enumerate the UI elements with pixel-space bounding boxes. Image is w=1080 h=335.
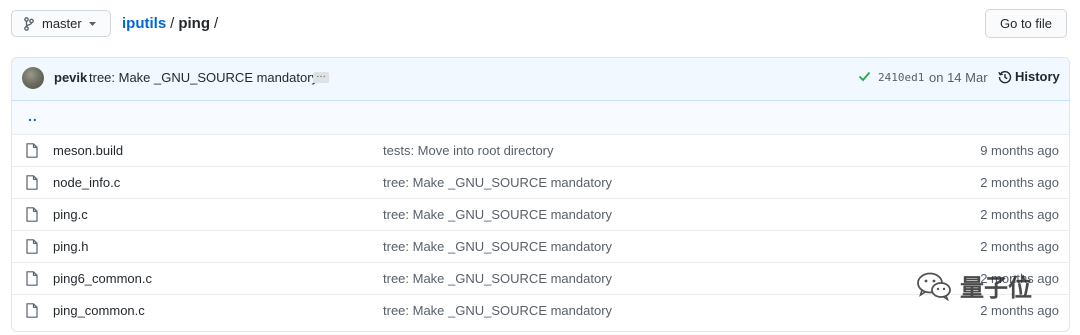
file-row[interactable]: ping.c tree: Make _GNU_SOURCE mandatory … (12, 198, 1069, 230)
file-icon (26, 239, 38, 254)
latest-commit-bar: pevik tree: Make _GNU_SOURCE mandatory …… (12, 58, 1069, 101)
breadcrumb-current-directory: ping (178, 15, 210, 32)
history-clock-icon (998, 70, 1012, 83)
file-name-link[interactable]: meson.build (53, 143, 123, 158)
expand-commit-button[interactable]: … (313, 70, 329, 83)
file-age: 2 months ago (980, 303, 1059, 318)
branch-selector-button[interactable]: master (11, 10, 111, 37)
file-browser: pevik tree: Make _GNU_SOURCE mandatory …… (11, 57, 1070, 332)
git-branch-icon (24, 16, 34, 31)
file-name-link[interactable]: ping.h (53, 239, 88, 254)
check-icon[interactable] (858, 69, 871, 83)
watermark-text: 量子位 (960, 274, 1032, 302)
file-name-link[interactable]: ping.c (53, 207, 88, 222)
file-icon (26, 207, 38, 222)
file-commit-message-link[interactable]: tree: Make _GNU_SOURCE mandatory (383, 207, 612, 222)
breadcrumb-repo-link[interactable]: iputils (122, 15, 166, 32)
history-label: History (1015, 69, 1060, 84)
file-row[interactable]: ping.h tree: Make _GNU_SOURCE mandatory … (12, 230, 1069, 262)
file-name-link[interactable]: ping6_common.c (53, 271, 152, 286)
breadcrumb: iputils / ping / (122, 15, 222, 32)
file-icon (26, 143, 38, 158)
file-icon (26, 303, 38, 318)
file-age: 2 months ago (980, 175, 1059, 190)
file-icon (26, 271, 38, 286)
file-age: 2 months ago (980, 239, 1059, 254)
commit-sha-link[interactable]: 2410ed1 (878, 71, 924, 84)
file-row[interactable]: ping6_common.c tree: Make _GNU_SOURCE ma… (12, 262, 1069, 294)
file-age: 9 months ago (980, 143, 1059, 158)
watermark: 量子位 (916, 268, 1032, 303)
file-name-link[interactable]: ping_common.c (53, 303, 145, 318)
breadcrumb-trailing-separator: / (214, 15, 219, 32)
file-row[interactable]: node_info.c tree: Make _GNU_SOURCE manda… (12, 166, 1069, 198)
breadcrumb-separator: / (170, 15, 175, 32)
parent-directory-row[interactable]: .. (12, 101, 1069, 134)
parent-directory-link[interactable]: .. (28, 108, 38, 124)
file-commit-message-link[interactable]: tree: Make _GNU_SOURCE mandatory (383, 271, 612, 286)
go-to-file-button[interactable]: Go to file (985, 9, 1067, 38)
commit-date: on 14 Mar (929, 70, 988, 85)
file-name-link[interactable]: node_info.c (53, 175, 120, 190)
file-commit-message-link[interactable]: tree: Make _GNU_SOURCE mandatory (383, 175, 612, 190)
file-row[interactable]: ping_common.c tree: Make _GNU_SOURCE man… (12, 294, 1069, 326)
wechat-icon (917, 272, 951, 301)
chevron-down-icon (88, 21, 96, 26)
branch-label: master (42, 16, 82, 31)
avatar[interactable] (22, 67, 44, 89)
commit-message-link[interactable]: tree: Make _GNU_SOURCE mandatory (89, 70, 318, 85)
repo-header: master iputils / ping / Go to file (0, 0, 1080, 50)
file-row[interactable]: meson.build tests: Move into root direct… (12, 134, 1069, 166)
file-age: 2 months ago (980, 207, 1059, 222)
file-commit-message-link[interactable]: tree: Make _GNU_SOURCE mandatory (383, 303, 612, 318)
file-icon (26, 175, 38, 190)
commit-author-link[interactable]: pevik (54, 70, 87, 85)
history-link[interactable]: History (998, 69, 1060, 84)
file-commit-message-link[interactable]: tree: Make _GNU_SOURCE mandatory (383, 239, 612, 254)
file-commit-message-link[interactable]: tests: Move into root directory (383, 143, 554, 158)
